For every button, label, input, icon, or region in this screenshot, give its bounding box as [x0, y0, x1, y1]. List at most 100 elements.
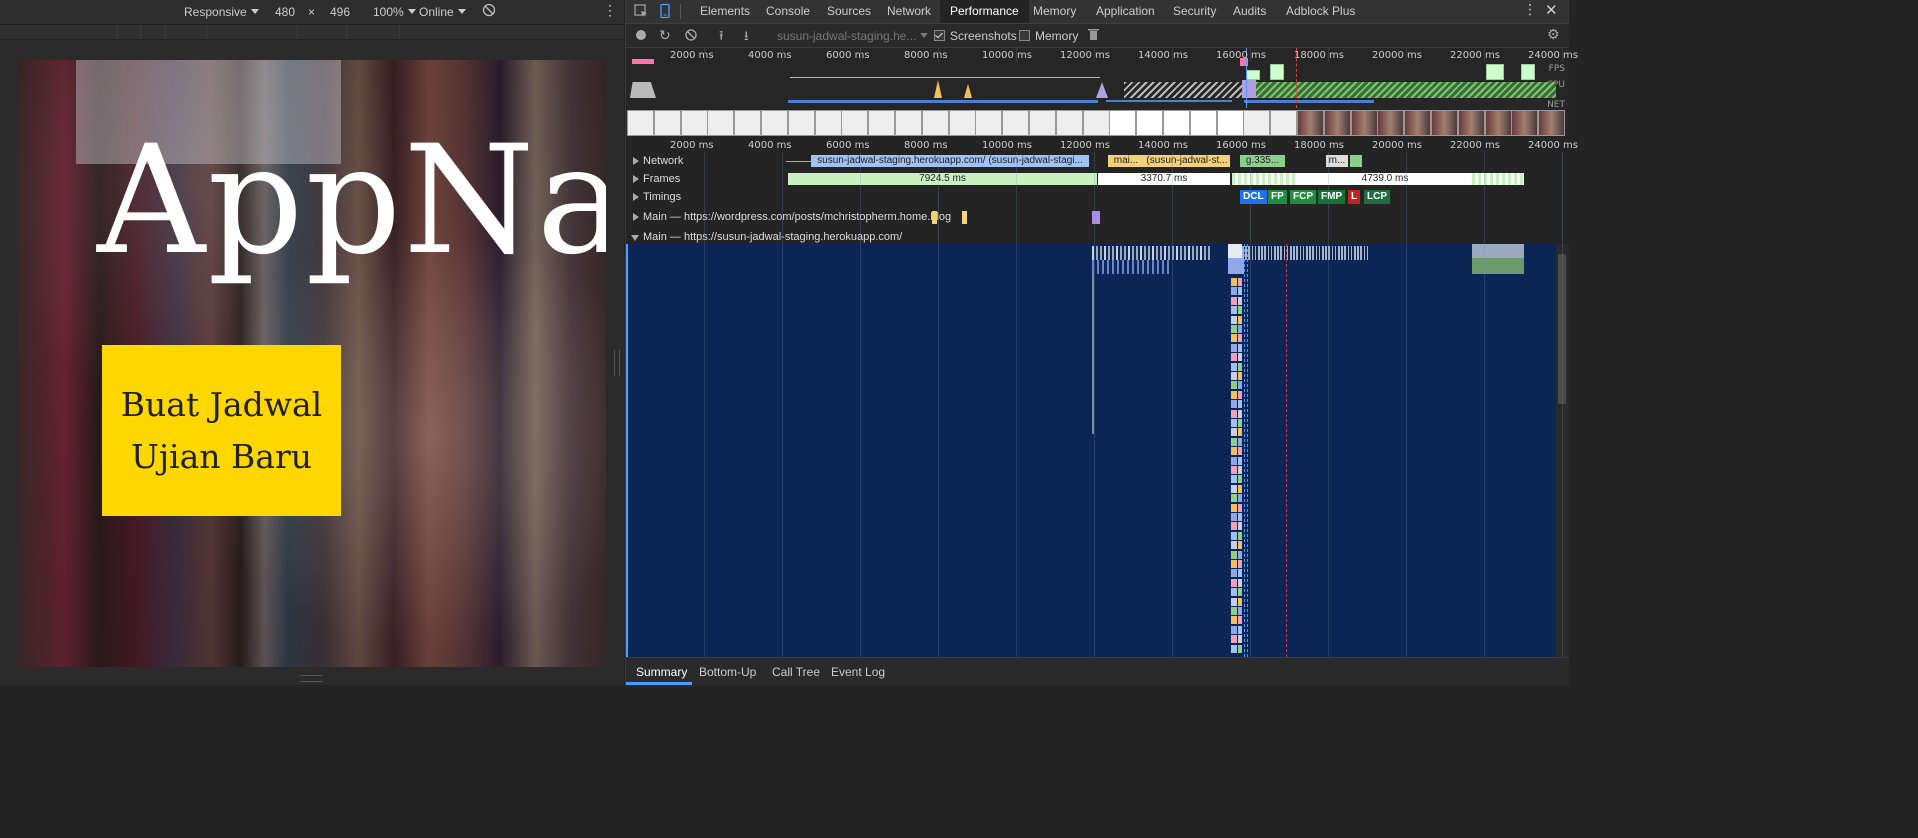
call-stack-frame[interactable]	[1231, 372, 1237, 380]
task-slice[interactable]	[1261, 246, 1263, 260]
task-slice[interactable]	[1341, 246, 1343, 260]
recording-select[interactable]: susun-jadwal-staging.he...	[777, 29, 929, 43]
frame-bar[interactable]: 4739.0 ms	[1298, 173, 1472, 185]
task-slice[interactable]	[1208, 246, 1210, 260]
call-stack-frame[interactable]	[1238, 466, 1242, 474]
screenshot-thumbnail[interactable]	[841, 110, 869, 136]
task-block[interactable]	[962, 211, 967, 224]
device-toolbar-toggle-icon[interactable]	[657, 3, 673, 22]
screenshot-thumbnail[interactable]	[653, 110, 681, 136]
task-slice[interactable]	[1338, 246, 1340, 260]
call-stack-frame[interactable]	[1238, 616, 1242, 625]
timings-track[interactable]: Timings	[626, 189, 1556, 207]
task-slice[interactable]	[1162, 260, 1164, 274]
call-stack-frame[interactable]	[1231, 597, 1237, 606]
screenshot-thumbnail[interactable]	[1002, 110, 1030, 136]
network-throttle-select[interactable]: Online	[419, 5, 466, 19]
call-stack-frame[interactable]	[1238, 644, 1242, 653]
call-stack-frame[interactable]	[1238, 437, 1242, 446]
ruler-segment[interactable]	[207, 25, 298, 39]
expand-arrow-icon[interactable]	[633, 157, 639, 165]
collapse-arrow-icon[interactable]	[631, 235, 639, 241]
task-slice[interactable]	[1344, 246, 1346, 260]
tab-summary[interactable]: Summary	[636, 665, 687, 679]
task-slice[interactable]	[1120, 246, 1122, 260]
call-stack-frame[interactable]	[1231, 428, 1237, 437]
task-slice[interactable]	[1354, 246, 1356, 260]
task-slice[interactable]	[1270, 246, 1273, 260]
close-icon[interactable]: ✕	[1545, 1, 1558, 19]
call-stack-frame[interactable]	[1238, 296, 1242, 305]
call-stack-frame[interactable]	[1231, 456, 1237, 465]
call-stack-frame[interactable]	[1238, 315, 1242, 324]
task-slice[interactable]	[1127, 260, 1129, 274]
call-stack-frame[interactable]	[1231, 616, 1237, 625]
screenshot-thumbnail[interactable]	[895, 110, 922, 136]
timeline-overview[interactable]: FPS CPU NET 2000 ms4000 ms6000 ms8000 ms…	[626, 48, 1578, 136]
call-stack-frame[interactable]	[1231, 550, 1237, 559]
screenshot-thumbnail[interactable]	[1297, 110, 1324, 136]
screenshot-thumbnail[interactable]	[627, 110, 654, 136]
screenshot-thumbnail[interactable]	[1431, 110, 1458, 136]
task-slice[interactable]	[1168, 246, 1170, 260]
task-slice[interactable]	[1350, 246, 1353, 260]
task-slice[interactable]	[1318, 246, 1321, 260]
call-stack-frame[interactable]	[1231, 419, 1237, 427]
frames-track[interactable]: Frames 7924.5 ms 3370.7 ms 4739.0 ms	[626, 171, 1556, 189]
screenshot-thumbnail[interactable]	[1270, 110, 1298, 136]
screenshot-thumbnail[interactable]	[707, 110, 735, 136]
task-slice[interactable]	[1299, 246, 1302, 260]
expand-arrow-icon[interactable]	[633, 193, 639, 201]
task-slice[interactable]	[1309, 246, 1311, 260]
call-stack-frame[interactable]	[1238, 475, 1242, 484]
call-stack-frame[interactable]	[1238, 484, 1242, 493]
task-slice[interactable]	[1200, 246, 1202, 260]
memory-checkbox[interactable]	[1019, 30, 1030, 41]
call-stack-frame[interactable]	[1238, 550, 1242, 559]
task-slice[interactable]	[1167, 260, 1169, 274]
call-stack-frame[interactable]	[1231, 437, 1237, 446]
ruler-segment[interactable]	[0, 25, 118, 39]
ruler-segment[interactable]	[166, 25, 207, 39]
call-stack-frame[interactable]	[1231, 353, 1237, 362]
task-slice[interactable]	[1334, 246, 1337, 260]
task-slice[interactable]	[1315, 246, 1318, 260]
more-options-icon[interactable]: ⋮	[603, 2, 617, 19]
more-options-icon[interactable]: ⋮	[1523, 2, 1537, 18]
call-stack-frame[interactable]	[1238, 372, 1242, 380]
task-slice[interactable]	[1251, 246, 1254, 260]
call-stack-frame[interactable]	[1238, 607, 1242, 615]
download-icon[interactable]: ⭳	[744, 27, 749, 49]
task-slice[interactable]	[1100, 246, 1102, 260]
ruler-segment[interactable]	[298, 25, 347, 39]
task-slice[interactable]	[1360, 246, 1362, 260]
screenshot-thumbnail[interactable]	[787, 110, 815, 136]
expand-arrow-icon[interactable]	[633, 213, 639, 221]
call-stack-frame[interactable]	[1238, 522, 1242, 531]
clear-icon[interactable]	[685, 29, 697, 44]
tab-adblock-plus[interactable]: Adblock Plus	[1286, 0, 1355, 23]
call-stack-frame[interactable]	[1231, 287, 1237, 296]
viewport-width-input[interactable]: 480	[275, 5, 295, 19]
screenshot-thumbnail[interactable]	[680, 110, 708, 136]
timing-marker-l[interactable]: L	[1348, 190, 1361, 204]
task-slice[interactable]	[1363, 246, 1366, 260]
call-stack-frame[interactable]	[1238, 447, 1242, 456]
call-stack-frame[interactable]	[1238, 278, 1242, 286]
screenshot-thumbnail[interactable]	[1323, 110, 1351, 136]
task-slice[interactable]	[1322, 246, 1324, 260]
task-slice[interactable]	[1097, 260, 1099, 274]
screenshot-thumbnail[interactable]	[734, 110, 762, 136]
selection-edge[interactable]	[626, 244, 628, 657]
device-mode-select[interactable]: Responsive	[184, 5, 259, 19]
task-slice[interactable]	[1188, 246, 1190, 260]
task-slice[interactable]	[1472, 244, 1524, 258]
task-slice[interactable]	[1136, 246, 1138, 260]
task-slice[interactable]	[1331, 246, 1334, 260]
reload-icon[interactable]: ↻	[659, 28, 671, 44]
call-stack-frame[interactable]	[1231, 578, 1237, 587]
call-stack-frame[interactable]	[1238, 531, 1242, 540]
call-stack-frame[interactable]	[1231, 362, 1237, 371]
frame-bar[interactable]	[1472, 173, 1524, 185]
call-stack-frame[interactable]	[1231, 484, 1237, 493]
